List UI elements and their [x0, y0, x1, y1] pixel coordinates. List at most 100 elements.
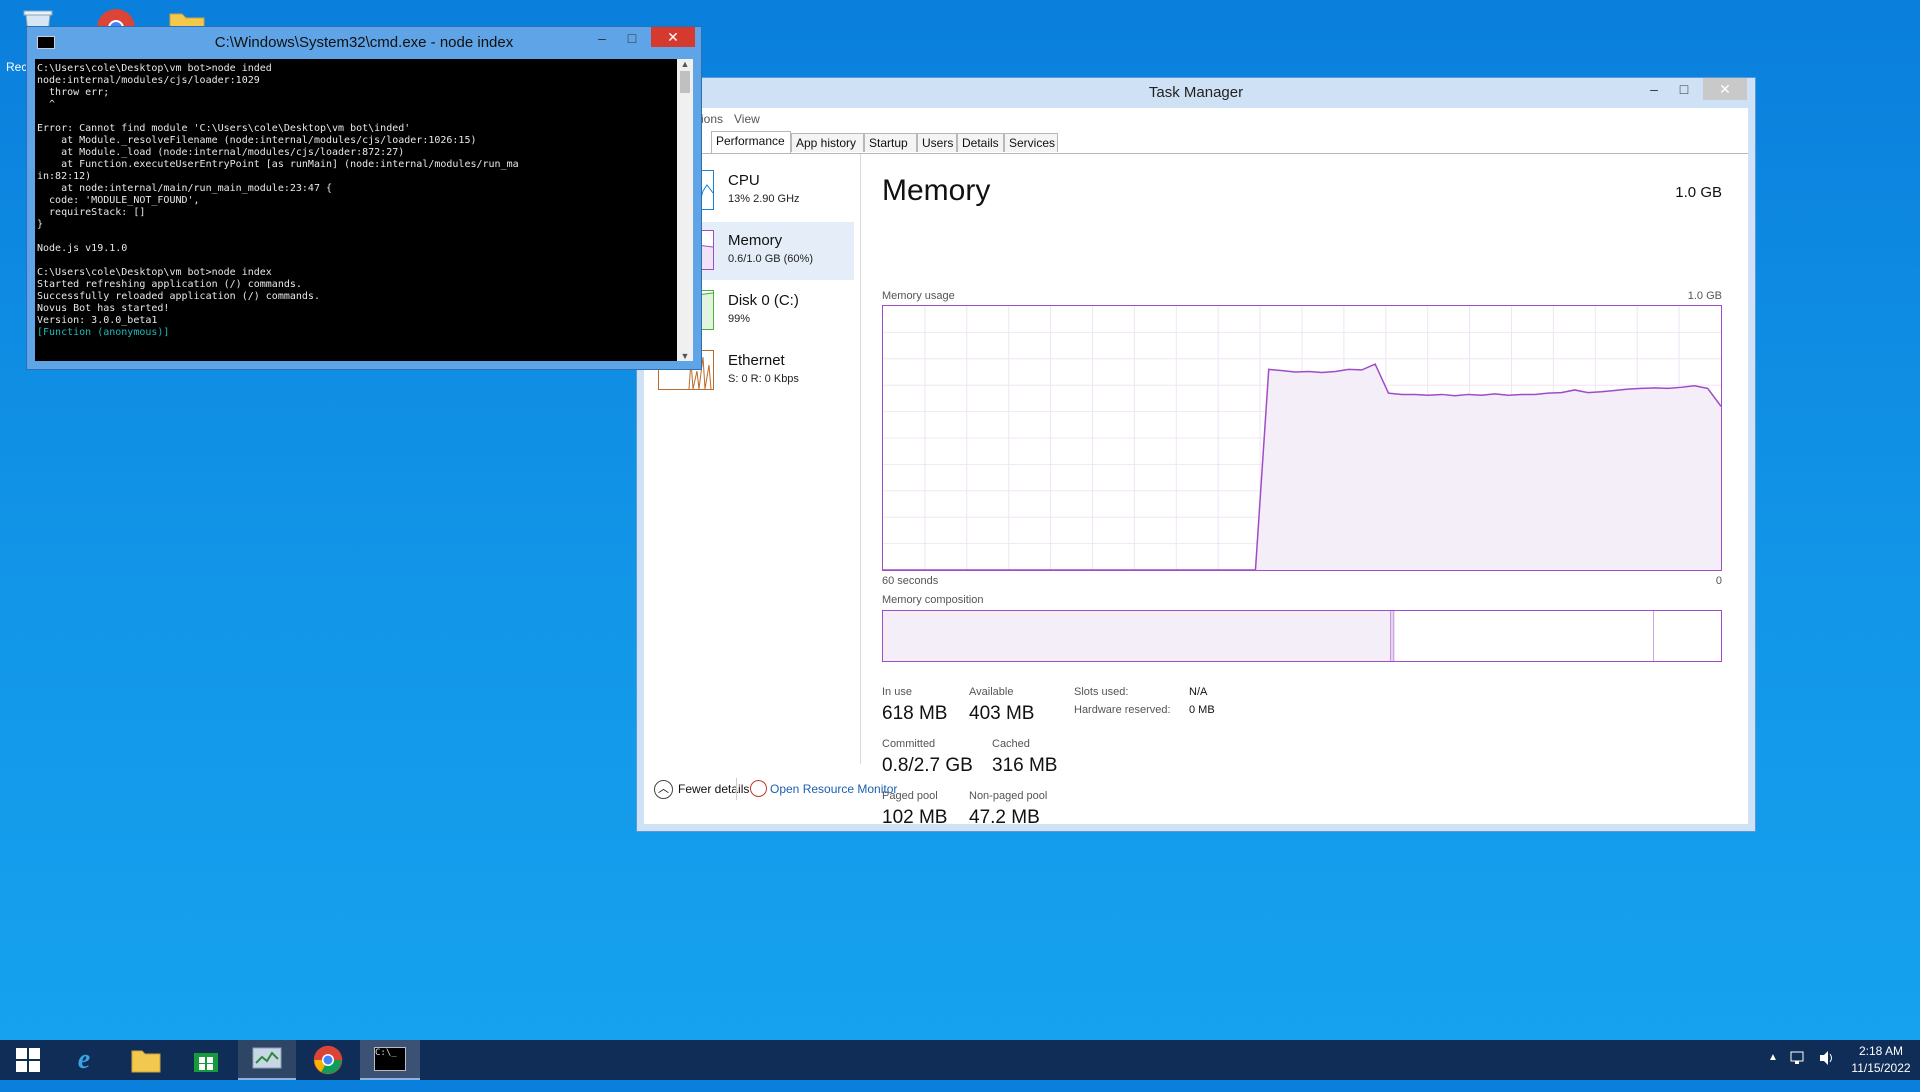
console-line: Novus Bot has started! [37, 303, 170, 314]
console-line: } [37, 219, 44, 230]
console-line: throw err; [37, 87, 110, 98]
console-line: at Function.executeUserEntryPoint [as ru… [37, 159, 519, 170]
cmd-taskbar-icon[interactable]: C:\_ [360, 1040, 420, 1080]
memory-usage-label: Memory usage [882, 290, 955, 302]
close-button[interactable]: ✕ [651, 27, 695, 47]
tab-startup[interactable]: Startup [864, 133, 917, 152]
performance-pane: CPU 13% 2.90 GHz Memory 0.6/1.0 GB (60%)… [644, 154, 1748, 828]
memory-composition-label: Memory composition [882, 594, 984, 606]
composition-segment-modified [1390, 611, 1395, 661]
maximize-button[interactable]: □ [1669, 78, 1699, 100]
taskbar: e C:\_ ▲ 2:18 AM 11/15/2022 [0, 1040, 1920, 1080]
minimize-button[interactable]: – [587, 27, 617, 49]
memory-usage-max: 1.0 GB [1687, 290, 1722, 302]
cached-label: Cached [992, 738, 1030, 750]
internet-explorer-icon[interactable]: e [56, 1040, 112, 1080]
footer-divider [736, 778, 737, 800]
scroll-down-icon[interactable]: ▼ [677, 351, 693, 361]
tab-users[interactable]: Users [917, 133, 957, 152]
sidebar-label: Disk 0 (C:) [728, 292, 799, 309]
hardware-reserved-label: Hardware reserved: [1074, 704, 1171, 716]
open-resource-monitor-link[interactable]: Open Resource Monitor [770, 782, 897, 796]
console-line: C:\Users\cole\Desktop\vm bot>node inded [37, 63, 272, 74]
menu-options[interactable]: ions [701, 112, 723, 126]
sidebar-value: 0.6/1.0 GB (60%) [728, 253, 813, 265]
console-line: Started refreshing application (/) comma… [37, 279, 302, 290]
memory-composition-bar [882, 610, 1722, 662]
recycle-bin-label: Rec [6, 60, 28, 74]
console-line: Version: 3.0.0_beta1 [37, 315, 158, 326]
sidebar-value: S: 0 R: 0 Kbps [728, 373, 799, 385]
file-explorer-icon[interactable] [118, 1040, 174, 1080]
sidebar-label: CPU [728, 172, 760, 189]
console-line: at node:internal/main/run_main_module:23… [37, 183, 333, 194]
memory-heading: Memory [882, 174, 991, 207]
clock[interactable]: 2:18 AM 11/15/2022 [1848, 1044, 1914, 1084]
cmd-window[interactable]: C:\Windows\System32\cmd.exe - node index… [26, 26, 702, 370]
task-manager-taskbar-icon[interactable] [238, 1040, 296, 1080]
clock-time: 2:18 AM [1858, 1044, 1904, 1058]
chevron-up-icon[interactable]: ︿ [654, 780, 673, 799]
store-icon[interactable] [178, 1040, 234, 1080]
close-button[interactable]: ✕ [1703, 78, 1747, 100]
console-output[interactable]: C:\Users\cole\Desktop\vm bot>node inded n… [35, 59, 683, 361]
console-line: code: 'MODULE_NOT_FOUND', [37, 195, 200, 206]
console-line: in:82:12) [37, 171, 92, 182]
hardware-reserved-value: 0 MB [1189, 704, 1215, 716]
tab-performance[interactable]: Performance [711, 131, 791, 153]
tab-details[interactable]: Details [957, 133, 1004, 152]
in-use-value: 618 MB [882, 703, 948, 724]
tab-app-history[interactable]: App history [791, 133, 864, 152]
vertical-scrollbar[interactable]: ▲ ▼ [677, 59, 693, 361]
sidebar-value: 13% 2.90 GHz [728, 193, 800, 205]
footer-bar: ︿ Fewer details Open Resource Monitor [644, 764, 1748, 824]
sidebar-value: 99% [728, 313, 751, 325]
tab-strip: Performance App history Startup Users De… [644, 131, 1748, 154]
memory-total: 1.0 GB [1675, 184, 1722, 201]
committed-label: Committed [882, 738, 936, 750]
console-line: C:\Users\cole\Desktop\vm bot>node index [37, 267, 272, 278]
chrome-taskbar-icon[interactable] [300, 1040, 356, 1080]
tab-services[interactable]: Services [1004, 133, 1058, 152]
task-manager-window[interactable]: Task Manager – □ ✕ ions View Performance… [636, 77, 1756, 832]
sidebar-label: Memory [728, 232, 783, 249]
console-text: C:\Users\cole\Desktop\vm bot>node inded n… [35, 59, 683, 343]
volume-icon[interactable] [1818, 1050, 1836, 1090]
clock-date: 11/15/2022 [1851, 1061, 1911, 1075]
scroll-thumb[interactable] [680, 71, 690, 93]
console-line: Error: Cannot find module 'C:\Users\cole… [37, 123, 411, 134]
console-glyph-icon: C:\_ [374, 1047, 406, 1071]
maximize-button[interactable]: □ [617, 27, 647, 49]
memory-composition-chart [883, 611, 1721, 661]
available-label: Available [969, 686, 1014, 698]
console-line: Successfully reloaded application (/) co… [37, 291, 320, 302]
show-hidden-icons-icon[interactable]: ▲ [1768, 1052, 1778, 1092]
windows-logo-icon [16, 1048, 40, 1072]
slots-used-value: N/A [1189, 686, 1208, 698]
console-line: at Module._load (node:internal/modules/c… [37, 147, 405, 158]
composition-segment-in-use [883, 611, 1391, 661]
console-line: at Module._resolveFilename (node:interna… [37, 135, 477, 146]
network-icon[interactable] [1790, 1050, 1808, 1090]
in-use-label: In use [882, 686, 912, 698]
scroll-up-icon[interactable]: ▲ [677, 59, 693, 69]
memory-usage-graph [882, 305, 1722, 571]
menu-view[interactable]: View [734, 112, 760, 126]
pane-divider [860, 154, 861, 764]
graph-time-left: 60 seconds [882, 575, 939, 587]
menu-bar: ions View [644, 108, 1748, 130]
fewer-details-button[interactable]: Fewer details [678, 782, 749, 796]
memory-usage-chart [883, 306, 1722, 571]
graph-time-right: 0 [1715, 575, 1722, 587]
minimize-button[interactable]: – [1639, 78, 1669, 100]
resource-monitor-icon [750, 780, 767, 797]
console-line: ^ [37, 99, 56, 110]
console-line: node:internal/modules/cjs/loader:1029 [37, 75, 260, 86]
slots-used-label: Slots used: [1074, 686, 1129, 698]
available-value: 403 MB [969, 703, 1035, 724]
composition-segment-free [1653, 611, 1721, 661]
start-button[interactable] [0, 1040, 56, 1080]
